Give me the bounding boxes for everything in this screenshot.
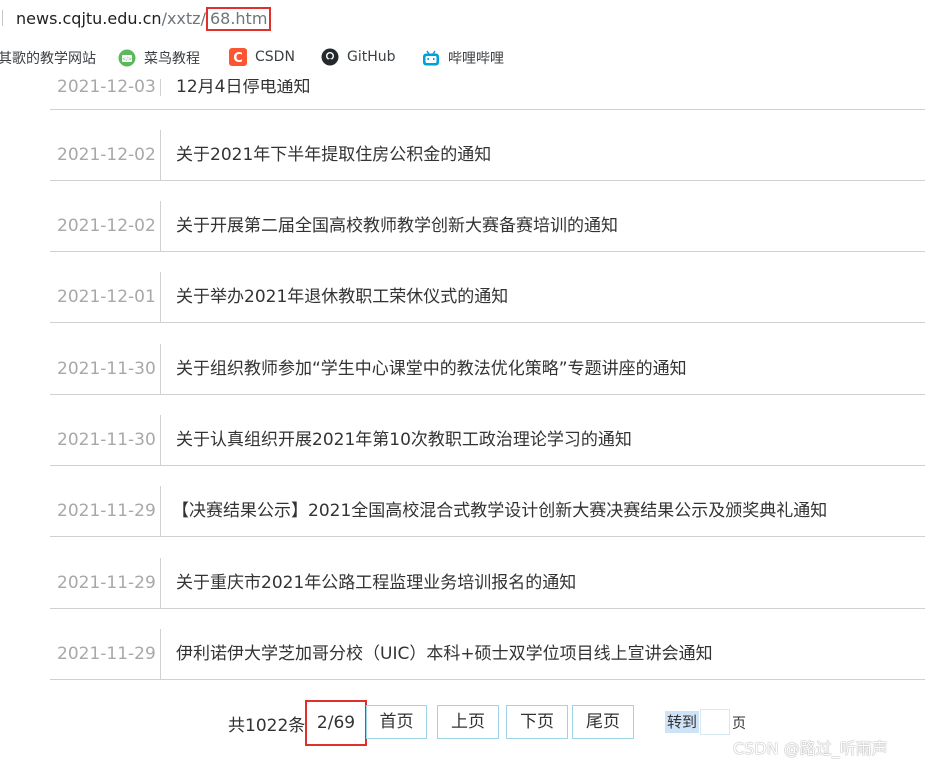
url-path: /xxtz/ <box>161 9 206 28</box>
list-item[interactable]: 2021-12-01 关于举办2021年退休教职工荣休仪式的通知 <box>50 272 925 323</box>
list-item[interactable]: 2021-11-29 伊利诺伊大学芝加哥分校（UIC）本科+硕士双学位项目线上宣… <box>50 629 925 680</box>
notice-date: 2021-12-01 <box>50 272 161 322</box>
notice-title[interactable]: 12月4日停电通知 <box>176 79 310 97</box>
notice-date: 2021-11-30 <box>50 344 161 394</box>
github-icon <box>321 48 339 66</box>
notice-title[interactable]: 关于2021年下半年提取住房公积金的通知 <box>176 130 491 180</box>
notice-date: 2021-11-30 <box>50 415 161 465</box>
next-page-button[interactable]: 下页 <box>506 705 568 739</box>
notice-date: 2021-11-29 <box>50 629 161 679</box>
notice-title[interactable]: 关于认真组织开展2021年第10次教职工政治理论学习的通知 <box>176 415 632 465</box>
notice-date: 2021-12-02 <box>50 201 161 251</box>
notice-title[interactable]: 关于开展第二届全国高校教师教学创新大赛备赛培训的通知 <box>176 201 618 251</box>
notice-title[interactable]: 关于重庆市2021年公路工程监理业务培训报名的通知 <box>176 558 576 608</box>
last-page-button[interactable]: 尾页 <box>572 705 634 739</box>
bookmark-runoob[interactable]: </> 菜鸟教程 <box>118 48 200 68</box>
bookmarks-bar: 其歌的教学网站 </> 菜鸟教程 C CSDN GitHub 哔哩哔哩 <box>0 36 931 81</box>
bookmark-teaching-site[interactable]: 其歌的教学网站 <box>0 48 96 68</box>
notice-date: 2021-11-29 <box>50 558 161 608</box>
notice-title[interactable]: 关于组织教师参加“学生中心课堂中的教法优化策略”专题讲座的通知 <box>176 344 687 394</box>
page-suffix: 页 <box>732 716 746 732</box>
runoob-icon: </> <box>118 49 136 67</box>
goto-page-input[interactable] <box>700 709 730 735</box>
csdn-watermark: CSDN @路过_听雨声 <box>733 739 888 758</box>
bookmark-github[interactable]: GitHub <box>321 48 396 66</box>
prev-page-button[interactable]: 上页 <box>437 705 499 739</box>
list-item[interactable]: 2021-11-30 关于组织教师参加“学生中心课堂中的教法优化策略”专题讲座的… <box>50 344 925 395</box>
list-item[interactable]: 2021-12-02 关于2021年下半年提取住房公积金的通知 <box>50 130 925 181</box>
notice-title[interactable]: 关于举办2021年退休教职工荣休仪式的通知 <box>176 272 508 322</box>
notice-title[interactable]: 伊利诺伊大学芝加哥分校（UIC）本科+硕士双学位项目线上宣讲会通知 <box>176 629 713 679</box>
bookmark-label: 菜鸟教程 <box>144 51 200 67</box>
list-item[interactable]: 2021-11-30 关于认真组织开展2021年第10次教职工政治理论学习的通知 <box>50 415 925 466</box>
bilibili-icon <box>423 50 439 66</box>
url-host: news.cqjtu.edu.cn <box>16 9 162 28</box>
list-item[interactable]: 2021-11-29 【决赛结果公示】2021全国高校混合式教学设计创新大赛决赛… <box>50 486 925 537</box>
url-separator <box>2 10 3 26</box>
bookmark-label: 哔哩哔哩 <box>448 51 504 67</box>
bookmark-csdn[interactable]: C CSDN <box>229 48 295 66</box>
address-bar[interactable]: news.cqjtu.edu.cn/xxtz/68.htm <box>0 0 931 36</box>
bookmark-bilibili[interactable]: 哔哩哔哩 <box>422 48 504 68</box>
notice-title[interactable]: 【决赛结果公示】2021全国高校混合式教学设计创新大赛决赛结果公示及颁奖典礼通知 <box>172 486 827 536</box>
bookmark-label: GitHub <box>347 49 396 65</box>
notice-date: 2021-12-03 <box>50 79 161 96</box>
notice-date: 2021-12-02 <box>50 130 161 180</box>
list-item[interactable]: 2021-12-03 12月4日停电通知 <box>50 79 925 110</box>
bookmark-label: 其歌的教学网站 <box>0 51 96 67</box>
first-page-button[interactable]: 首页 <box>366 705 427 739</box>
list-item[interactable]: 2021-11-29 关于重庆市2021年公路工程监理业务培训报名的通知 <box>50 558 925 609</box>
current-page-indicator: 2/69 <box>305 700 367 746</box>
bookmark-label: CSDN <box>255 49 295 65</box>
svg-text:</>: </> <box>122 57 132 63</box>
url-text[interactable]: news.cqjtu.edu.cn/xxtz/68.htm <box>16 7 272 31</box>
svg-text:C: C <box>233 51 243 66</box>
list-item[interactable]: 2021-12-02 关于开展第二届全国高校教师教学创新大赛备赛培训的通知 <box>50 201 925 252</box>
notice-date: 2021-11-29 <box>50 486 161 536</box>
url-highlight: 68.htm <box>205 7 272 31</box>
csdn-icon: C <box>229 48 247 66</box>
total-count: 共1022条 <box>228 716 306 736</box>
goto-label[interactable]: 转到 <box>665 711 700 733</box>
